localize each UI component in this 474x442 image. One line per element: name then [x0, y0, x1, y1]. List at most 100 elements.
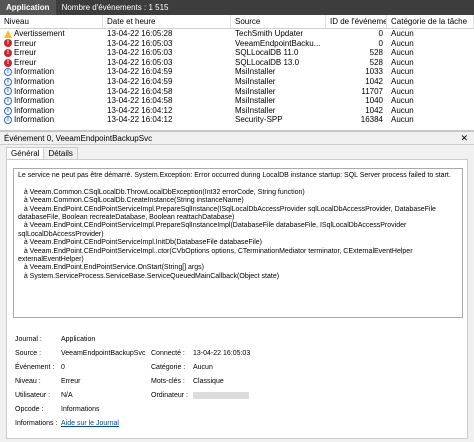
- level-cell: i Information: [0, 67, 103, 77]
- date-cell: 13-04-22 16:05:03: [107, 48, 173, 58]
- table-row[interactable]: i Information 13-04-22 16:04:12 Security-SP…: [0, 115, 474, 125]
- error-icon: !: [4, 58, 12, 67]
- date-cell: 13-04-22 16:04:58: [107, 96, 173, 106]
- category-cell: Aucun: [391, 96, 414, 106]
- id-cell: 11707: [361, 86, 383, 96]
- table-row[interactable]: Avertissement 13-04-22 16:05:28 TechSmith …: [0, 29, 474, 39]
- prop-ordinateur: Ordinateur :: [151, 391, 249, 401]
- source-cell: TechSmith Updater: [235, 29, 304, 38]
- table-row[interactable]: i Information 13-04-22 16:04:58 MsiInstalle…: [0, 96, 474, 106]
- table-row[interactable]: i Information 13-04-22 16:04:59 MsiInstalle…: [0, 67, 474, 77]
- source-cell: MsiInstaller: [235, 96, 276, 106]
- journal-help-link[interactable]: Aide sur le Journal: [61, 419, 119, 429]
- category-cell: Aucun: [391, 105, 414, 115]
- level-cell: Avertissement: [0, 29, 103, 39]
- event-message: Le service ne peut pas être démarré. Sys…: [18, 172, 451, 280]
- id-cell: 1042: [365, 76, 383, 86]
- event-rows: Avertissement 13-04-22 16:05:28 TechSmith …: [0, 29, 474, 125]
- id-cell: 1033: [365, 67, 383, 77]
- redacted-computer-name: [193, 392, 249, 399]
- prop-event: Événement : 0: [15, 364, 65, 371]
- id-cell: 0: [378, 29, 383, 38]
- source-cell: MsiInstaller: [235, 105, 276, 115]
- level-cell: ! Erreur: [0, 58, 103, 68]
- source-cell: SQLLocalDB 11.0: [235, 48, 299, 58]
- info-icon: i: [4, 77, 12, 86]
- date-cell: 13-04-22 16:04:12: [107, 115, 173, 125]
- table-row[interactable]: i Information 13-04-22 16:04:58 MsiInstalle…: [0, 87, 474, 97]
- header-category[interactable]: Catégorie de la tâche: [387, 15, 474, 28]
- header-date[interactable]: Date et heure: [103, 15, 231, 28]
- detail-header: Événement 0, VeeamEndpointBackupSvc ✕: [0, 132, 474, 145]
- level-cell: ! Erreur: [0, 39, 103, 49]
- category-cell: Aucun: [391, 57, 414, 67]
- prop-source: Source : VeeamEndpointBackupSvc: [15, 350, 146, 357]
- general-panel: Le service ne peut pas être démarré. Sys…: [6, 159, 468, 439]
- info-icon: i: [4, 96, 12, 105]
- table-row[interactable]: ! Erreur 13-04-22 16:05:03 VeeamEndpointBac…: [0, 39, 474, 49]
- id-cell: 16384: [360, 115, 383, 125]
- id-cell: 1042: [365, 105, 383, 115]
- id-cell: 1040: [365, 96, 383, 106]
- detail-tabs: Général Détails: [6, 147, 78, 160]
- date-cell: 13-04-22 16:04:59: [107, 76, 173, 86]
- source-cell: MsiInstaller: [235, 86, 276, 96]
- source-cell: MsiInstaller: [235, 67, 276, 77]
- prop-utilisateur: Utilisateur : N/A: [15, 392, 73, 399]
- source-cell: VeeamEndpointBacku...: [235, 38, 321, 48]
- category-cell: Aucun: [391, 48, 414, 58]
- source-cell: SQLLocalDB 13.0: [235, 57, 300, 67]
- error-icon: !: [4, 48, 12, 57]
- level-cell: i Information: [0, 87, 103, 97]
- detail-title: Événement 0, VeeamEndpointBackupSvc: [4, 133, 153, 143]
- category-cell: Aucun: [391, 67, 414, 77]
- event-message-box[interactable]: Le service ne peut pas être démarré. Sys…: [13, 168, 463, 318]
- date-cell: 13-04-22 16:05:28: [107, 29, 173, 38]
- info-icon: i: [4, 106, 12, 115]
- table-row[interactable]: ! Erreur 13-04-22 16:05:03 SQLLocalDB 11.0 5…: [0, 48, 474, 58]
- top-bar: Application Nombre d'événements : 1 515: [0, 0, 474, 15]
- prop-journal: Journal : Application: [15, 336, 96, 343]
- prop-connecte: Connecté : 13-04-22 16:05:03: [151, 350, 251, 357]
- info-icon: i: [4, 68, 12, 77]
- source-cell: Security-SPP: [235, 115, 283, 125]
- app-title: Application: [0, 0, 56, 15]
- prop-categorie: Catégorie : Aucun: [151, 364, 213, 371]
- grid-header: Niveau Date et heure Source ID de l'évén…: [0, 15, 474, 29]
- error-icon: !: [4, 39, 12, 48]
- category-cell: Aucun: [391, 29, 414, 38]
- date-cell: 13-04-22 16:04:58: [107, 86, 173, 96]
- category-cell: Aucun: [391, 38, 414, 48]
- category-cell: Aucun: [391, 86, 414, 96]
- table-row[interactable]: ! Erreur 13-04-22 16:05:03 SQLLocalDB 13.0 5…: [0, 58, 474, 68]
- level-cell: ! Erreur: [0, 48, 103, 58]
- prop-niveau: Niveau : Erreur: [15, 378, 81, 385]
- table-row[interactable]: i Information 13-04-22 16:04:59 MsiInstalle…: [0, 77, 474, 87]
- info-icon: i: [4, 87, 12, 96]
- warning-icon: [4, 29, 12, 38]
- header-niveau[interactable]: Niveau: [0, 15, 103, 28]
- table-row[interactable]: i Information 13-04-22 16:04:12 MsiInstalle…: [0, 106, 474, 116]
- date-cell: 13-04-22 16:05:03: [107, 38, 173, 48]
- info-icon: i: [4, 116, 12, 125]
- category-cell: Aucun: [391, 76, 414, 86]
- prop-motscles: Mots-clés : Classique: [151, 378, 224, 385]
- event-count: Nombre d'événements : 1 515: [61, 3, 169, 12]
- event-grid: Niveau Date et heure Source ID de l'évén…: [0, 15, 474, 130]
- date-cell: 13-04-22 16:04:59: [107, 67, 173, 77]
- date-cell: 13-04-22 16:04:12: [107, 105, 173, 115]
- tab-details[interactable]: Détails: [43, 147, 78, 159]
- category-cell: Aucun: [391, 115, 414, 125]
- close-icon[interactable]: ✕: [460, 133, 474, 144]
- level-cell: i Information: [0, 106, 103, 116]
- date-cell: 13-04-22 16:05:03: [107, 57, 173, 67]
- source-cell: MsiInstaller: [235, 76, 276, 86]
- header-id[interactable]: ID de l'événement: [326, 15, 387, 28]
- prop-informations: Informations : Aide sur le Journal: [15, 420, 119, 427]
- header-source[interactable]: Source: [231, 15, 326, 28]
- id-cell: 0: [378, 38, 383, 48]
- id-cell: 528: [369, 48, 383, 58]
- level-cell: i Information: [0, 77, 103, 87]
- level-cell: i Information: [0, 96, 103, 106]
- id-cell: 528: [369, 57, 383, 67]
